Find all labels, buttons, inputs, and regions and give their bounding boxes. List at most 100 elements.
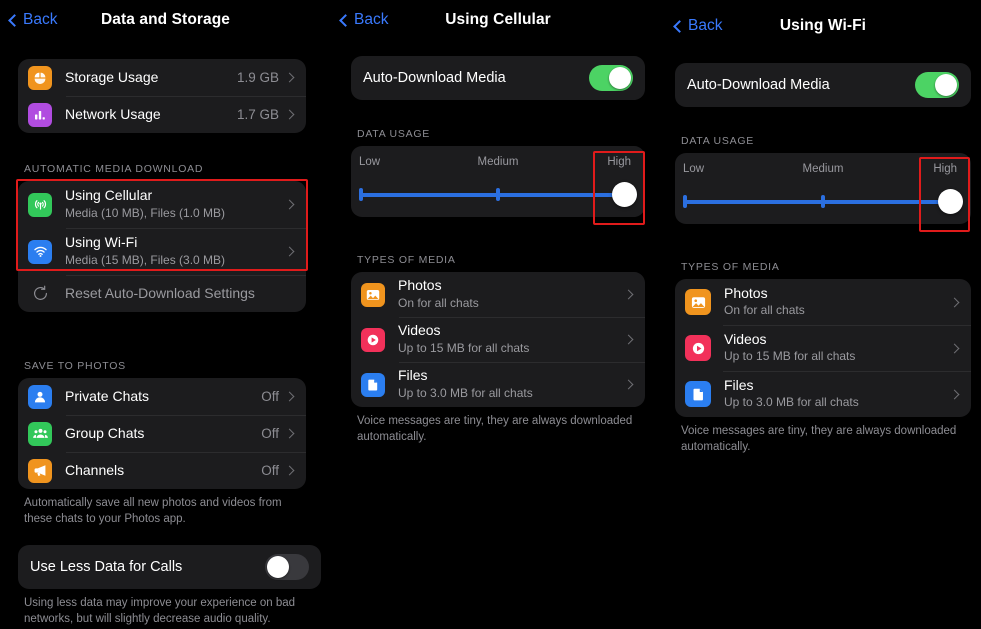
save-to-photos-block: SAVE TO PHOTOS Private Chats Off Group C… (18, 360, 306, 527)
section-header-data-usage: DATA USAGE (357, 128, 431, 140)
panel-data-and-storage: Back Data and Storage Storage Usage 1.9 … (0, 0, 331, 629)
slider-tick-low (359, 188, 363, 201)
section-header-data-usage: DATA USAGE (681, 135, 755, 147)
footnote-use-less-data: Using less data may improve your experie… (24, 597, 296, 625)
files-icon (361, 372, 385, 397)
page-title-right: Using Wi-Fi (779, 17, 867, 34)
save-to-photos-card: Private Chats Off Group Chats Off Channe… (18, 378, 306, 489)
left-navbar: Back Data and Storage (0, 0, 331, 40)
row-network-usage[interactable]: Network Usage 1.7 GB (18, 96, 306, 133)
row-subtitle: Up to 3.0 MB for all chats (398, 385, 533, 400)
toggle-use-less-data-for-calls[interactable] (265, 554, 309, 580)
row-using-cellular[interactable]: Using Cellular Media (10 MB), Files (1.0… (18, 181, 306, 228)
cellular-icon (28, 192, 52, 217)
megaphone-icon (28, 458, 52, 483)
chevron-right-icon (284, 72, 295, 83)
chevron-right-icon (949, 297, 960, 307)
section-header-save-to-photos: SAVE TO PHOTOS (24, 360, 126, 372)
automatic-media-download-block: AUTOMATIC MEDIA DOWNLOAD Using Cellular … (18, 163, 306, 312)
types-of-media-block-wifi: TYPES OF MEDIA Photos On for all chats V… (675, 261, 971, 455)
auto-download-media-card: Auto-Download Media (675, 63, 971, 107)
row-title: Videos (724, 330, 767, 347)
row-photos[interactable]: Photos On for all chats (351, 272, 645, 317)
row-subtitle: On for all chats (724, 303, 805, 318)
chevron-right-icon (284, 246, 295, 257)
chevron-right-icon (623, 379, 634, 390)
footnote-types-of-media: Voice messages are tiny, they are always… (357, 415, 633, 443)
toggle-auto-download-media[interactable] (915, 72, 959, 98)
slider-labels: Low Medium High (351, 156, 645, 173)
auto-download-card: Using Cellular Media (10 MB), Files (1.0… (18, 181, 306, 312)
row-main: Private Chats (65, 388, 261, 406)
slider-label-medium: Medium (802, 163, 844, 175)
row-title: Auto-Download Media (687, 76, 830, 93)
row-title: Photos (398, 277, 442, 294)
panel-using-wifi: Back Using Wi-Fi Auto-Download Media DAT… (665, 0, 981, 629)
data-usage-slider-card: Low Medium High (351, 146, 645, 217)
row-private-chats[interactable]: Private Chats Off (18, 378, 306, 415)
row-group-chats[interactable]: Group Chats Off (18, 415, 306, 452)
toggle-knob (609, 67, 631, 89)
row-main: Use Less Data for Calls (30, 558, 265, 576)
group-icon (28, 421, 52, 446)
row-storage-usage[interactable]: Storage Usage 1.9 GB (18, 59, 306, 96)
row-main: Channels (65, 462, 261, 480)
row-value: Off (261, 389, 279, 404)
row-title: Private Chats (65, 387, 150, 404)
row-main: Auto-Download Media (687, 76, 915, 94)
row-title: Using Cellular (65, 187, 153, 204)
row-subtitle: Up to 3.0 MB for all chats (724, 395, 859, 410)
chevron-right-icon (949, 389, 960, 399)
row-photos[interactable]: Photos On for all chats (675, 279, 971, 325)
data-usage-slider[interactable] (675, 180, 971, 224)
middle-navbar: Back Using Cellular (331, 0, 665, 40)
types-of-media-card: Photos On for all chats Videos Up to 15 … (675, 279, 971, 417)
slider-knob-high[interactable] (612, 182, 637, 207)
row-files[interactable]: Files Up to 3.0 MB for all chats (675, 371, 971, 417)
slider-label-low: Low (359, 156, 381, 168)
row-main: Reset Auto-Download Settings (65, 285, 296, 303)
row-use-less-data-for-calls[interactable]: Use Less Data for Calls (18, 545, 321, 589)
row-channels[interactable]: Channels Off (18, 452, 306, 489)
row-main: Videos Up to 15 MB for all chats (398, 322, 625, 356)
row-using-wifi[interactable]: Using Wi-Fi Media (15 MB), Files (3.0 MB… (18, 228, 306, 275)
photos-icon (685, 289, 711, 315)
chevron-right-icon (949, 343, 960, 353)
footnote-types-of-media: Voice messages are tiny, they are always… (681, 425, 957, 453)
row-auto-download-media[interactable]: Auto-Download Media (675, 63, 971, 107)
slider-knob-high[interactable] (938, 189, 963, 214)
row-subtitle: On for all chats (398, 295, 479, 310)
page-title-left: Data and Storage (100, 11, 231, 28)
data-usage-slider-card: Low Medium High (675, 153, 971, 224)
row-videos[interactable]: Videos Up to 15 MB for all chats (351, 317, 645, 362)
row-value: Off (261, 463, 279, 478)
slider-label-high: High (933, 163, 957, 175)
row-main: Videos Up to 15 MB for all chats (724, 331, 951, 365)
row-title: Files (398, 367, 428, 384)
data-usage-slider[interactable] (351, 173, 645, 217)
toggle-auto-download-media[interactable] (589, 65, 633, 91)
row-subtitle: Up to 15 MB for all chats (398, 340, 530, 355)
footnote-save-to-photos: Automatically save all new photos and vi… (24, 497, 282, 525)
usage-card: Storage Usage 1.9 GB Network Usage 1.7 G… (18, 59, 306, 133)
person-icon (28, 384, 52, 409)
row-value: Off (261, 426, 279, 441)
row-reset-auto-download-settings[interactable]: Reset Auto-Download Settings (18, 275, 306, 312)
row-value: 1.9 GB (236, 70, 279, 85)
slider-label-medium: Medium (477, 156, 519, 168)
slider-label-high: High (607, 156, 631, 168)
types-of-media-card: Photos On for all chats Videos Up to 15 … (351, 272, 645, 407)
row-main: Storage Usage (65, 69, 237, 87)
chevron-right-icon (284, 465, 295, 476)
chevron-right-icon (284, 428, 295, 439)
data-usage-block-cellular: DATA USAGE Low Medium High (351, 128, 645, 217)
row-videos[interactable]: Videos Up to 15 MB for all chats (675, 325, 971, 371)
section-header-types-of-media: TYPES OF MEDIA (357, 254, 456, 266)
row-main: Photos On for all chats (398, 277, 625, 311)
row-main: Photos On for all chats (724, 285, 951, 319)
row-main: Auto-Download Media (363, 69, 589, 87)
row-value: 1.7 GB (236, 107, 279, 122)
auto-download-media-block-wifi: Auto-Download Media (675, 63, 971, 107)
row-files[interactable]: Files Up to 3.0 MB for all chats (351, 362, 645, 407)
row-auto-download-media[interactable]: Auto-Download Media (351, 56, 645, 100)
